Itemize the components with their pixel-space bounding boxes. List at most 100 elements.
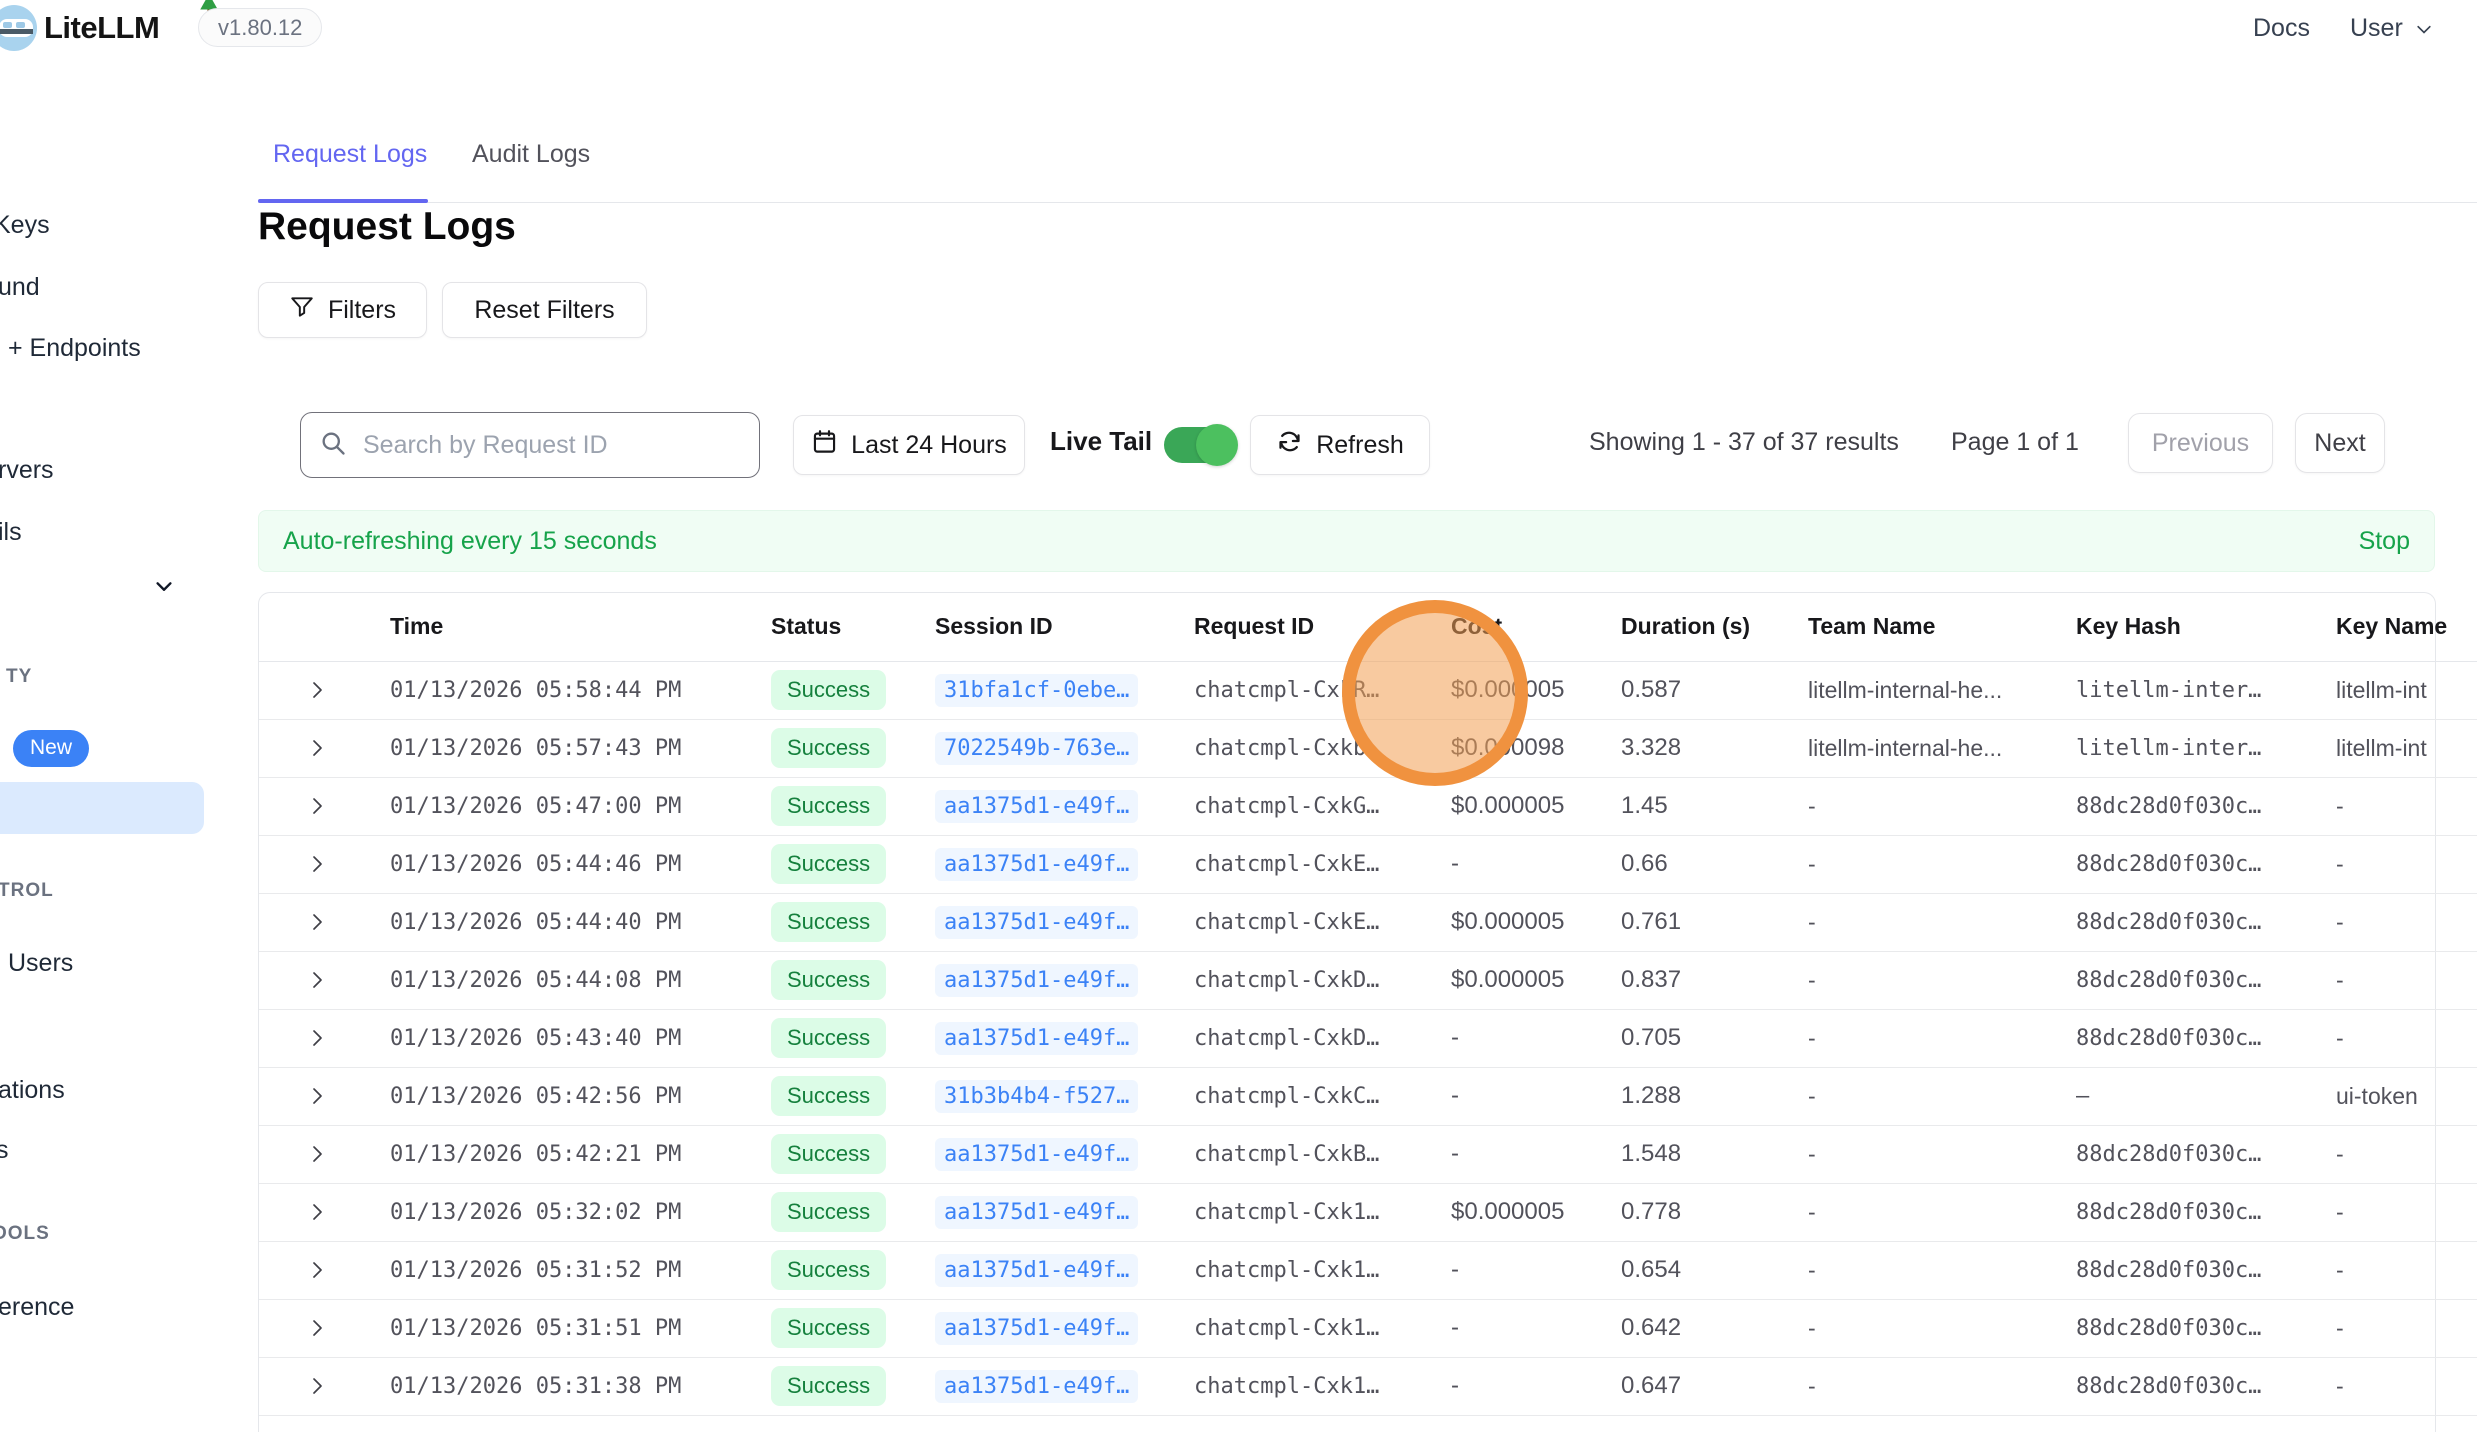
log-row[interactable]: 01/13/2026 05:43:40 PM Success aa1375d1-… xyxy=(259,1009,2477,1067)
col-header-key-hash: Key Hash xyxy=(2076,593,2336,661)
log-row[interactable]: 01/13/2026 05:58:44 PM Success 31bfa1cf-… xyxy=(259,661,2477,719)
log-row[interactable]: 01/13/2026 05:47:00 PM Success aa1375d1-… xyxy=(259,777,2477,835)
stop-auto-refresh-link[interactable]: Stop xyxy=(2359,527,2410,556)
session-id-link[interactable]: aa1375d1-e49f… xyxy=(935,1312,1138,1345)
filters-button[interactable]: Filters xyxy=(258,282,427,338)
session-id-link[interactable]: aa1375d1-e49f… xyxy=(935,906,1138,939)
status-badge: Success xyxy=(771,902,886,942)
cell-cost: $0.000005 xyxy=(1451,777,1621,835)
expand-row-chevron-icon[interactable] xyxy=(259,719,390,777)
log-row[interactable]: 01/13/2026 05:57:43 PM Success 7022549b-… xyxy=(259,719,2477,777)
session-id-link[interactable]: 31b3b4b4-f527… xyxy=(935,1080,1138,1113)
expand-row-chevron-icon[interactable] xyxy=(259,1067,390,1125)
log-row[interactable]: 01/13/2026 05:44:08 PM Success aa1375d1-… xyxy=(259,951,2477,1009)
sidebar-item-active-logs[interactable] xyxy=(0,782,204,834)
sidebar-item-keys[interactable]: Keys xyxy=(0,211,50,240)
cell-key-hash: 88dc28d0f030c… xyxy=(2076,893,2336,951)
toggle-knob xyxy=(1196,424,1238,466)
expand-row-chevron-icon[interactable] xyxy=(259,1183,390,1241)
funnel-icon xyxy=(289,294,315,327)
session-id-link[interactable]: aa1375d1-e49f… xyxy=(935,1254,1138,1287)
cell-time: 01/13/2026 05:57:43 PM xyxy=(390,719,771,777)
table-header-row: Time Status Session ID Request ID Cost D… xyxy=(259,593,2477,661)
results-summary: Showing 1 - 37 of 37 results xyxy=(1589,428,1899,457)
sidebar-item-users[interactable]: Users xyxy=(8,949,73,978)
session-id-link[interactable]: aa1375d1-e49f… xyxy=(935,1196,1138,1229)
cell-team-name: litellm-internal-he... xyxy=(1808,661,2076,719)
time-range-button[interactable]: Last 24 Hours xyxy=(793,415,1025,475)
expand-row-chevron-icon[interactable] xyxy=(259,1241,390,1299)
status-badge: Success xyxy=(771,1250,886,1290)
log-row[interactable]: 01/13/2026 05:32:02 PM Success aa1375d1-… xyxy=(259,1183,2477,1241)
cell-request-id: chatcmpl-CxkE… xyxy=(1194,893,1451,951)
log-row[interactable]: 01/13/2026 05:44:40 PM Success aa1375d1-… xyxy=(259,893,2477,951)
live-tail-toggle[interactable] xyxy=(1164,427,1236,463)
cell-request-id: chatcmpl-Cxk1… xyxy=(1194,1357,1451,1415)
logs-table: Time Status Session ID Request ID Cost D… xyxy=(259,593,2477,1416)
sidebar-item-rvers[interactable]: rvers xyxy=(0,456,54,485)
nav-user-menu[interactable]: User xyxy=(2350,14,2403,43)
session-id-link[interactable]: aa1375d1-e49f… xyxy=(935,1022,1138,1055)
cell-session-id: aa1375d1-e49f… xyxy=(935,835,1194,893)
sidebar-section-trol: TROL xyxy=(0,880,54,902)
col-header-duration: Duration (s) xyxy=(1621,593,1808,661)
cell-key-hash: 88dc28d0f030c… xyxy=(2076,1241,2336,1299)
expand-row-chevron-icon[interactable] xyxy=(259,951,390,1009)
session-id-link[interactable]: aa1375d1-e49f… xyxy=(935,1370,1138,1403)
log-row[interactable]: 01/13/2026 05:44:46 PM Success aa1375d1-… xyxy=(259,835,2477,893)
session-id-link[interactable]: 7022549b-763e… xyxy=(935,732,1138,765)
reset-filters-button[interactable]: Reset Filters xyxy=(442,282,647,338)
cell-duration: 0.587 xyxy=(1621,661,1808,719)
cell-cost: - xyxy=(1451,1299,1621,1357)
cell-status: Success xyxy=(771,893,935,951)
sidebar-item-und[interactable]: und xyxy=(0,273,40,302)
expand-row-chevron-icon[interactable] xyxy=(259,835,390,893)
sidebar-item-ils[interactable]: ils xyxy=(0,518,22,547)
cell-key-name: litellm-int xyxy=(2336,661,2477,719)
session-id-link[interactable]: aa1375d1-e49f… xyxy=(935,964,1138,997)
session-id-link[interactable]: aa1375d1-e49f… xyxy=(935,790,1138,823)
expand-row-chevron-icon[interactable] xyxy=(259,1299,390,1357)
status-badge: Success xyxy=(771,1134,886,1174)
cell-request-id: chatcmpl-Cxk1… xyxy=(1194,1183,1451,1241)
cell-key-name: - xyxy=(2336,1009,2477,1067)
cell-cost: $0.000005 xyxy=(1451,661,1621,719)
cell-duration: 0.642 xyxy=(1621,1299,1808,1357)
tab-audit-logs[interactable]: Audit Logs xyxy=(472,140,590,169)
cell-key-hash: 88dc28d0f030c… xyxy=(2076,835,2336,893)
cell-cost: - xyxy=(1451,1241,1621,1299)
expand-row-chevron-icon[interactable] xyxy=(259,1357,390,1415)
cell-request-id: chatcmpl-CxkD… xyxy=(1194,1009,1451,1067)
expand-row-chevron-icon[interactable] xyxy=(259,1009,390,1067)
chevron-down-icon[interactable] xyxy=(2410,20,2438,45)
expand-row-chevron-icon[interactable] xyxy=(259,777,390,835)
next-page-button[interactable]: Next xyxy=(2295,413,2385,473)
col-header-request-id: Request ID xyxy=(1194,593,1451,661)
log-row[interactable]: 01/13/2026 05:31:52 PM Success aa1375d1-… xyxy=(259,1241,2477,1299)
app-header: LiteLLM v1.80.12 Docs User xyxy=(0,0,2477,58)
tab-request-logs[interactable]: Request Logs xyxy=(273,140,427,169)
log-row[interactable]: 01/13/2026 05:42:56 PM Success 31b3b4b4-… xyxy=(259,1067,2477,1125)
log-row[interactable]: 01/13/2026 05:31:38 PM Success aa1375d1-… xyxy=(259,1357,2477,1415)
sidebar-item-erence[interactable]: erence xyxy=(0,1293,74,1322)
nav-docs-link[interactable]: Docs xyxy=(2253,14,2310,43)
sidebar-item-endpoints[interactable]: + Endpoints xyxy=(8,334,141,363)
session-id-link[interactable]: aa1375d1-e49f… xyxy=(935,1138,1138,1171)
expand-row-chevron-icon[interactable] xyxy=(259,661,390,719)
log-row[interactable]: 01/13/2026 05:42:21 PM Success aa1375d1-… xyxy=(259,1125,2477,1183)
refresh-button[interactable]: Refresh xyxy=(1250,415,1430,475)
sidebar-collapse-chevron-icon[interactable] xyxy=(148,576,180,603)
log-row[interactable]: 01/13/2026 05:31:51 PM Success aa1375d1-… xyxy=(259,1299,2477,1357)
cell-time: 01/13/2026 05:58:44 PM xyxy=(390,661,771,719)
cell-session-id: aa1375d1-e49f… xyxy=(935,1009,1194,1067)
session-id-link[interactable]: aa1375d1-e49f… xyxy=(935,848,1138,881)
cell-status: Success xyxy=(771,1183,935,1241)
expand-row-chevron-icon[interactable] xyxy=(259,893,390,951)
sidebar-item-s[interactable]: s xyxy=(0,1136,9,1165)
expand-row-chevron-icon[interactable] xyxy=(259,1125,390,1183)
sidebar-item-ations[interactable]: ations xyxy=(0,1076,65,1105)
previous-page-button[interactable]: Previous xyxy=(2128,413,2273,473)
search-input[interactable] xyxy=(363,431,741,460)
session-id-link[interactable]: 31bfa1cf-0ebe… xyxy=(935,674,1138,707)
request-id-search[interactable] xyxy=(300,412,760,478)
